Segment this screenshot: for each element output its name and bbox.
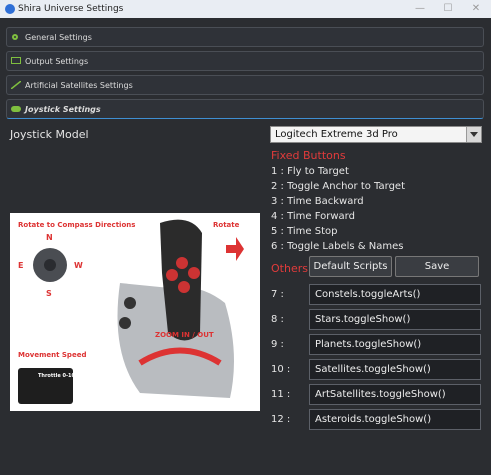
- fixed-button-item: 4 : Time Forward: [271, 211, 355, 222]
- section-label: Output Settings: [25, 57, 89, 66]
- fixed-button-item: 3 : Time Backward: [271, 196, 364, 207]
- script-value: Satellites.toggleShow(): [315, 364, 431, 375]
- script-value: Asteroids.toggleShow(): [315, 414, 432, 425]
- compass-s: S: [46, 289, 52, 298]
- joystick-model-value: Logitech Extreme 3d Pro: [275, 129, 398, 140]
- compass-n: N: [46, 233, 53, 242]
- maximize-button[interactable]: ☐: [440, 2, 456, 16]
- monitor-icon: [11, 57, 21, 64]
- satellite-icon: [11, 81, 21, 89]
- fixed-button-item: 1 : Fly to Target: [271, 166, 349, 177]
- title-bar: Shira Universe Settings — ☐ ✕: [0, 0, 491, 18]
- hat-switch-icon: [33, 248, 67, 282]
- section-label: Artificial Satellites Settings: [25, 81, 133, 90]
- gamepad-icon: [11, 106, 21, 112]
- section-artificial-satellites-settings[interactable]: Artificial Satellites Settings: [6, 75, 484, 95]
- fixed-button-item: 5 : Time Stop: [271, 226, 338, 237]
- default-scripts-button[interactable]: Default Scripts: [309, 256, 392, 277]
- script-number: 8 :: [271, 314, 284, 325]
- script-field-7[interactable]: Constels.toggleArts(): [309, 284, 481, 305]
- script-field-10[interactable]: Satellites.toggleShow(): [309, 359, 481, 380]
- movement-speed-label: Movement Speed: [18, 351, 87, 359]
- script-field-11[interactable]: ArtSatellites.toggleShow(): [309, 384, 481, 405]
- gear-icon: [12, 34, 18, 40]
- script-value: Planets.toggleShow(): [315, 339, 422, 350]
- section-label: General Settings: [25, 33, 92, 42]
- minimize-button[interactable]: —: [412, 2, 428, 16]
- joystick-model-label: Joystick Model: [10, 128, 89, 141]
- joystick-model-select[interactable]: Logitech Extreme 3d Pro: [270, 126, 482, 143]
- section-label: Joystick Settings: [25, 105, 101, 114]
- section-general-settings[interactable]: General Settings: [6, 27, 484, 47]
- script-field-9[interactable]: Planets.toggleShow(): [309, 334, 481, 355]
- window-title: Shira Universe Settings: [18, 4, 124, 14]
- compass-w: W: [74, 261, 83, 270]
- script-value: Constels.toggleArts(): [315, 289, 421, 300]
- fixed-button-item: 6 : Toggle Labels & Names: [271, 241, 404, 252]
- script-value: ArtSatellites.toggleShow(): [315, 389, 446, 400]
- compass-e: E: [18, 261, 24, 270]
- app-icon: [5, 4, 15, 14]
- others-title: Others: [271, 262, 308, 275]
- script-field-12[interactable]: Asteroids.toggleShow(): [309, 409, 481, 430]
- script-number: 7 :: [271, 289, 284, 300]
- joystick-icon: [117, 219, 244, 398]
- save-button[interactable]: Save: [395, 256, 479, 277]
- fixed-button-item: 2 : Toggle Anchor to Target: [271, 181, 405, 192]
- script-number: 12 :: [271, 414, 291, 425]
- script-number: 11 :: [271, 389, 291, 400]
- fixed-buttons-title: Fixed Buttons: [271, 149, 346, 162]
- script-field-8[interactable]: Stars.toggleShow(): [309, 309, 481, 330]
- script-number: 10 :: [271, 364, 291, 375]
- chevron-down-icon[interactable]: [466, 127, 481, 142]
- zoom-label: ZOOM IN / OUT: [155, 331, 214, 339]
- close-button[interactable]: ✕: [468, 2, 484, 16]
- section-output-settings[interactable]: Output Settings: [6, 51, 484, 71]
- throttle-label: Throttle 0-100: [38, 373, 79, 379]
- script-number: 9 :: [271, 339, 284, 350]
- joystick-diagram-image: Rotate to Compass Directions Rotate N E …: [10, 213, 260, 411]
- script-value: Stars.toggleShow(): [315, 314, 411, 325]
- section-joystick-settings[interactable]: Joystick Settings: [6, 99, 484, 119]
